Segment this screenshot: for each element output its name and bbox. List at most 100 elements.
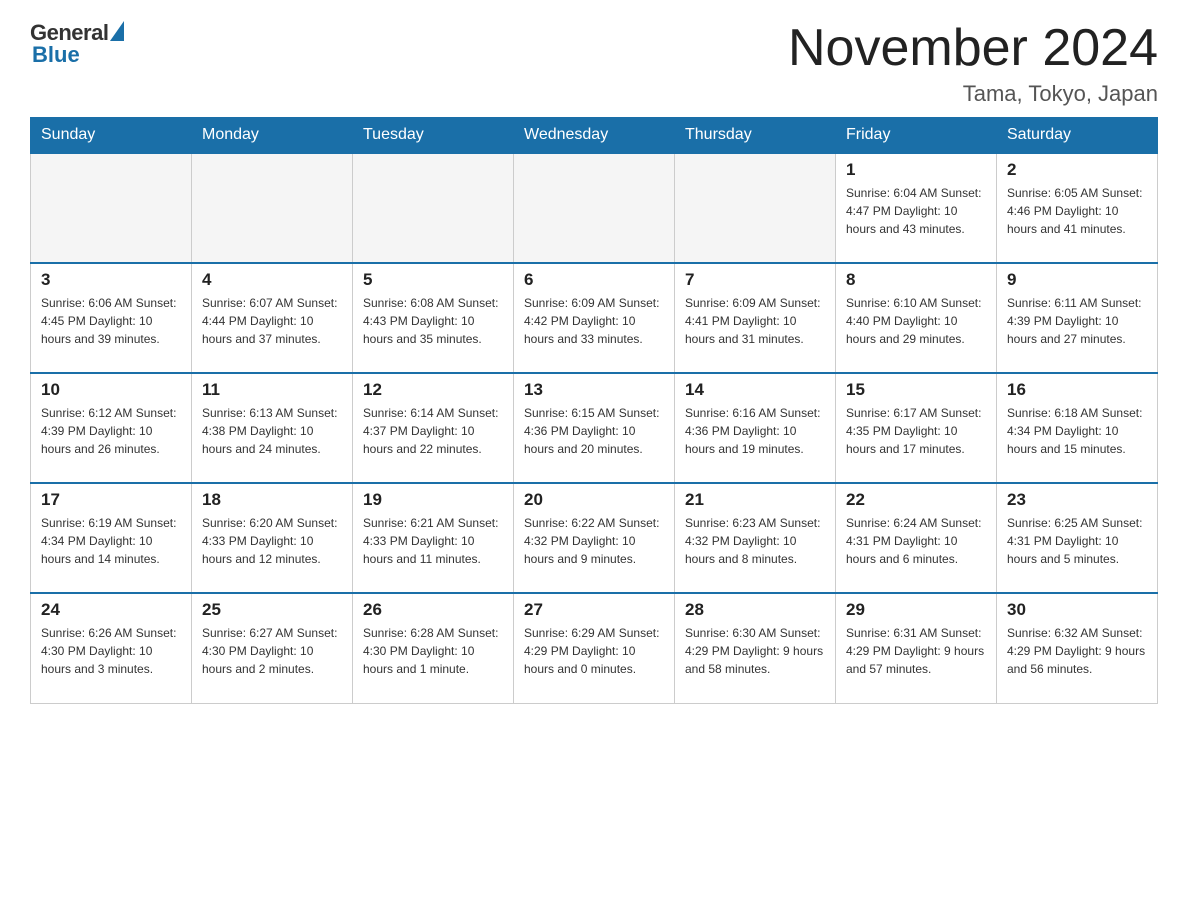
calendar-cell: 21Sunrise: 6:23 AM Sunset: 4:32 PM Dayli… [675,483,836,593]
day-number: 29 [846,600,986,620]
day-number: 10 [41,380,181,400]
weekday-header-wednesday: Wednesday [514,118,675,154]
month-title: November 2024 [788,20,1158,77]
calendar-cell: 1 Sunrise: 6:04 AM Sunset: 4:47 PM Daylig… [836,153,997,263]
day-number: 7 [685,270,825,290]
day-info: Sunrise: 6:05 AM Sunset: 4:46 PM Dayligh… [1007,184,1147,238]
calendar-cell: 15 Sunrise: 6:17 AM Sunset: 4:35 PM Dayli… [836,373,997,483]
calendar-cell: 13 Sunrise: 6:15 AM Sunset: 4:36 PM Dayli… [514,373,675,483]
day-number: 12 [363,380,503,400]
calendar-cell: 23 Sunrise: 6:25 AM Sunset: 4:31 PM Dayli… [997,483,1158,593]
day-number: 15 [846,380,986,400]
calendar-cell: 16 Sunrise: 6:18 AM Sunset: 4:34 PM Dayli… [997,373,1158,483]
calendar-cell [31,153,192,263]
day-info: Sunrise: 6:22 AM Sunset: 4:32 PM Dayligh… [524,514,664,568]
week-row-3: 10 Sunrise: 6:12 AM Sunset: 4:39 PM Dayli… [31,373,1158,483]
day-info: Sunrise: 6:23 AM Sunset: 4:32 PM Dayligh… [685,514,825,568]
calendar-cell: 18 Sunrise: 6:20 AM Sunset: 4:33 PM Dayli… [192,483,353,593]
calendar-cell: 3 Sunrise: 6:06 AM Sunset: 4:45 PM Daylig… [31,263,192,373]
calendar-cell: 14Sunrise: 6:16 AM Sunset: 4:36 PM Dayli… [675,373,836,483]
calendar-cell [353,153,514,263]
calendar-cell: 9 Sunrise: 6:11 AM Sunset: 4:39 PM Daylig… [997,263,1158,373]
calendar-cell: 26 Sunrise: 6:28 AM Sunset: 4:30 PM Dayli… [353,593,514,703]
day-number: 9 [1007,270,1147,290]
day-number: 18 [202,490,342,510]
calendar-cell: 19Sunrise: 6:21 AM Sunset: 4:33 PM Dayli… [353,483,514,593]
day-number: 30 [1007,600,1147,620]
calendar-cell [192,153,353,263]
page-header: General Blue November 2024 Tama, Tokyo, … [30,20,1158,107]
title-section: November 2024 Tama, Tokyo, Japan [788,20,1158,107]
calendar-cell: 27Sunrise: 6:29 AM Sunset: 4:29 PM Dayli… [514,593,675,703]
day-number: 13 [524,380,664,400]
calendar-cell: 10 Sunrise: 6:12 AM Sunset: 4:39 PM Dayli… [31,373,192,483]
weekday-header-saturday: Saturday [997,118,1158,154]
day-info: Sunrise: 6:04 AM Sunset: 4:47 PM Dayligh… [846,184,986,238]
calendar-cell: 6 Sunrise: 6:09 AM Sunset: 4:42 PM Daylig… [514,263,675,373]
day-info: Sunrise: 6:28 AM Sunset: 4:30 PM Dayligh… [363,624,503,678]
calendar-cell [675,153,836,263]
day-number: 4 [202,270,342,290]
day-info: Sunrise: 6:19 AM Sunset: 4:34 PM Dayligh… [41,514,181,568]
day-number: 2 [1007,160,1147,180]
day-info: Sunrise: 6:25 AM Sunset: 4:31 PM Dayligh… [1007,514,1147,568]
day-number: 20 [524,490,664,510]
weekday-header-row: SundayMondayTuesdayWednesdayThursdayFrid… [31,118,1158,154]
day-info: Sunrise: 6:16 AM Sunset: 4:36 PM Dayligh… [685,404,825,458]
calendar-cell: 17Sunrise: 6:19 AM Sunset: 4:34 PM Dayli… [31,483,192,593]
calendar-cell: 5 Sunrise: 6:08 AM Sunset: 4:43 PM Daylig… [353,263,514,373]
day-info: Sunrise: 6:32 AM Sunset: 4:29 PM Dayligh… [1007,624,1147,678]
calendar-cell: 2 Sunrise: 6:05 AM Sunset: 4:46 PM Daylig… [997,153,1158,263]
day-info: Sunrise: 6:10 AM Sunset: 4:40 PM Dayligh… [846,294,986,348]
day-number: 5 [363,270,503,290]
calendar-cell: 29 Sunrise: 6:31 AM Sunset: 4:29 PM Dayli… [836,593,997,703]
day-number: 11 [202,380,342,400]
day-info: Sunrise: 6:14 AM Sunset: 4:37 PM Dayligh… [363,404,503,458]
week-row-2: 3 Sunrise: 6:06 AM Sunset: 4:45 PM Daylig… [31,263,1158,373]
logo-triangle-icon [110,21,124,41]
day-number: 25 [202,600,342,620]
weekday-header-thursday: Thursday [675,118,836,154]
day-number: 16 [1007,380,1147,400]
day-number: 22 [846,490,986,510]
week-row-4: 17Sunrise: 6:19 AM Sunset: 4:34 PM Dayli… [31,483,1158,593]
day-info: Sunrise: 6:18 AM Sunset: 4:34 PM Dayligh… [1007,404,1147,458]
calendar-cell: 12 Sunrise: 6:14 AM Sunset: 4:37 PM Dayli… [353,373,514,483]
calendar-cell [514,153,675,263]
day-info: Sunrise: 6:09 AM Sunset: 4:41 PM Dayligh… [685,294,825,348]
day-info: Sunrise: 6:17 AM Sunset: 4:35 PM Dayligh… [846,404,986,458]
day-info: Sunrise: 6:15 AM Sunset: 4:36 PM Dayligh… [524,404,664,458]
day-number: 3 [41,270,181,290]
calendar-cell: 11 Sunrise: 6:13 AM Sunset: 4:38 PM Dayli… [192,373,353,483]
day-number: 26 [363,600,503,620]
day-info: Sunrise: 6:27 AM Sunset: 4:30 PM Dayligh… [202,624,342,678]
day-info: Sunrise: 6:08 AM Sunset: 4:43 PM Dayligh… [363,294,503,348]
calendar-cell: 4Sunrise: 6:07 AM Sunset: 4:44 PM Daylig… [192,263,353,373]
weekday-header-sunday: Sunday [31,118,192,154]
day-info: Sunrise: 6:20 AM Sunset: 4:33 PM Dayligh… [202,514,342,568]
day-number: 1 [846,160,986,180]
day-info: Sunrise: 6:06 AM Sunset: 4:45 PM Dayligh… [41,294,181,348]
day-info: Sunrise: 6:09 AM Sunset: 4:42 PM Dayligh… [524,294,664,348]
day-info: Sunrise: 6:31 AM Sunset: 4:29 PM Dayligh… [846,624,986,678]
location: Tama, Tokyo, Japan [788,81,1158,107]
calendar-cell: 7 Sunrise: 6:09 AM Sunset: 4:41 PM Daylig… [675,263,836,373]
calendar-cell: 28Sunrise: 6:30 AM Sunset: 4:29 PM Dayli… [675,593,836,703]
weekday-header-tuesday: Tuesday [353,118,514,154]
week-row-5: 24Sunrise: 6:26 AM Sunset: 4:30 PM Dayli… [31,593,1158,703]
day-info: Sunrise: 6:29 AM Sunset: 4:29 PM Dayligh… [524,624,664,678]
day-number: 6 [524,270,664,290]
week-row-1: 1 Sunrise: 6:04 AM Sunset: 4:47 PM Daylig… [31,153,1158,263]
calendar-cell: 20 Sunrise: 6:22 AM Sunset: 4:32 PM Dayli… [514,483,675,593]
calendar-table: SundayMondayTuesdayWednesdayThursdayFrid… [30,117,1158,704]
day-info: Sunrise: 6:11 AM Sunset: 4:39 PM Dayligh… [1007,294,1147,348]
day-info: Sunrise: 6:21 AM Sunset: 4:33 PM Dayligh… [363,514,503,568]
calendar-cell: 30 Sunrise: 6:32 AM Sunset: 4:29 PM Dayli… [997,593,1158,703]
calendar-cell: 8Sunrise: 6:10 AM Sunset: 4:40 PM Daylig… [836,263,997,373]
day-number: 23 [1007,490,1147,510]
day-info: Sunrise: 6:24 AM Sunset: 4:31 PM Dayligh… [846,514,986,568]
day-info: Sunrise: 6:13 AM Sunset: 4:38 PM Dayligh… [202,404,342,458]
weekday-header-monday: Monday [192,118,353,154]
logo: General Blue [30,20,124,68]
day-info: Sunrise: 6:12 AM Sunset: 4:39 PM Dayligh… [41,404,181,458]
